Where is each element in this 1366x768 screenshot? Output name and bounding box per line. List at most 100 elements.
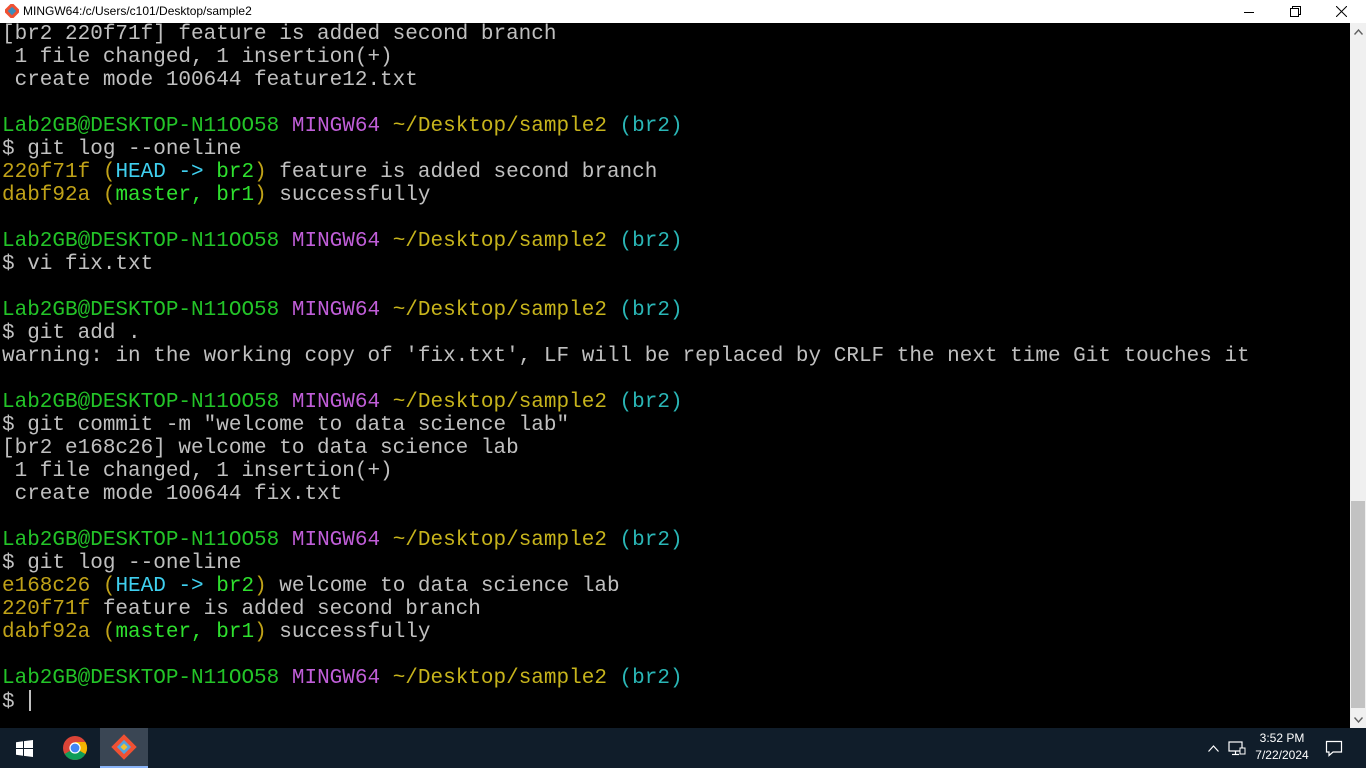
chevron-down-icon: [1353, 716, 1363, 723]
log-line: e168c26 (HEAD -> br2) welcome to data sc…: [2, 575, 620, 598]
prompt-env: MINGW64: [291, 667, 381, 690]
commit-hash: 220f71f: [2, 598, 91, 621]
text-cursor: [29, 690, 32, 711]
prompt-line: Lab2GB@DESKTOP-N11OO58 MINGW64 ~/Desktop…: [2, 529, 1350, 552]
notification-icon: [1325, 740, 1343, 757]
scrollbar-thumb[interactable]: [1351, 501, 1365, 708]
prompt-env: MINGW64: [291, 230, 381, 253]
head-ref: HEAD ->: [115, 575, 217, 598]
log-line: 220f71f (HEAD -> br2) feature is added s…: [2, 161, 658, 184]
restore-button[interactable]: [1272, 0, 1318, 23]
prompt-path: ~/Desktop/sample2: [392, 115, 607, 138]
log-line: 220f71f feature is added second branch: [2, 598, 1350, 621]
git-bash-app-icon: [5, 4, 19, 18]
vertical-scrollbar[interactable]: [1350, 23, 1366, 728]
commit-message: successfully: [266, 184, 431, 207]
terminal-output[interactable]: [br2 220f71f] feature is added second br…: [0, 23, 1350, 728]
title-bar[interactable]: MINGW64:/c/Users/c101/Desktop/sample2: [0, 0, 1366, 23]
branch-ref: master, br1: [115, 184, 255, 207]
show-hidden-icons-button[interactable]: [1204, 728, 1222, 768]
log-line: dabf92a (master, br1) successfully: [2, 621, 431, 644]
input-line[interactable]: $: [2, 690, 1350, 714]
prompt-path: ~/Desktop/sample2: [392, 391, 607, 414]
commit-hash: dabf92a: [2, 184, 91, 207]
prompt-line: Lab2GB@DESKTOP-N11OO58 MINGW64 ~/Desktop…: [2, 230, 1350, 253]
prompt-env: MINGW64: [291, 299, 381, 322]
prompt-user: Lab2GB@DESKTOP-N11OO58: [2, 667, 280, 690]
prompt-user: Lab2GB@DESKTOP-N11OO58: [2, 529, 280, 552]
prompt-branch: (br2): [619, 529, 683, 552]
command-line: $ git log --oneline: [2, 138, 242, 161]
commit-hash: 220f71f: [2, 161, 91, 184]
prompt-env: MINGW64: [291, 529, 381, 552]
prompt-line: Lab2GB@DESKTOP-N11OO58 MINGW64 ~/Desktop…: [2, 115, 1350, 138]
close-button[interactable]: [1318, 0, 1364, 23]
clock-date: 7/22/2024: [1255, 748, 1309, 762]
window-title: MINGW64:/c/Users/c101/Desktop/sample2: [23, 4, 252, 18]
terminal-line: create mode 100644 feature12.txt: [2, 69, 418, 92]
input-prompt: $: [2, 691, 28, 714]
chevron-up-icon: [1353, 28, 1363, 35]
prompt-path: ~/Desktop/sample2: [392, 667, 607, 690]
commit-hash: e168c26: [2, 575, 91, 598]
prompt-user: Lab2GB@DESKTOP-N11OO58: [2, 391, 280, 414]
git-bash-icon: [111, 734, 137, 760]
minimize-icon: [1244, 11, 1254, 13]
system-clock[interactable]: 3:52 PM 7/22/2024: [1250, 730, 1314, 766]
scroll-down-button[interactable]: [1350, 711, 1366, 728]
prompt-path: ~/Desktop/sample2: [392, 529, 607, 552]
terminal-line: [br2 e168c26] welcome to data science la…: [2, 437, 519, 460]
log-line: dabf92a (master, br1) successfully: [2, 184, 431, 207]
prompt-line: Lab2GB@DESKTOP-N11OO58 MINGW64 ~/Desktop…: [2, 299, 1350, 322]
terminal-line: 1 file changed, 1 insertion(+): [2, 460, 393, 483]
branch-ref: master, br1: [115, 621, 255, 644]
chrome-icon: [63, 736, 88, 760]
command-line: $ git add .: [2, 322, 141, 345]
taskbar-chrome[interactable]: [51, 728, 99, 768]
action-center-button[interactable]: [1320, 728, 1348, 768]
commit-message: feature is added second branch: [90, 598, 481, 621]
prompt-branch: (br2): [619, 115, 683, 138]
head-ref: HEAD ->: [115, 161, 217, 184]
prompt-branch: (br2): [619, 230, 683, 253]
prompt-path: ~/Desktop/sample2: [392, 299, 607, 322]
prompt-env: MINGW64: [291, 391, 381, 414]
prompt-branch: (br2): [619, 667, 683, 690]
prompt-branch: (br2): [619, 299, 683, 322]
taskbar-git-bash[interactable]: [100, 728, 148, 768]
commit-message: successfully: [266, 621, 431, 644]
prompt-user: Lab2GB@DESKTOP-N11OO58: [2, 230, 280, 253]
clock-time: 3:52 PM: [1259, 731, 1305, 745]
windows-logo-icon: [15, 739, 33, 757]
branch-ref: br2: [216, 575, 255, 598]
taskbar: 3:52 PM 7/22/2024: [0, 728, 1366, 768]
network-icon: [1228, 741, 1246, 756]
prompt-user: Lab2GB@DESKTOP-N11OO58: [2, 299, 280, 322]
prompt-path: ~/Desktop/sample2: [392, 230, 607, 253]
warning-line: warning: in the working copy of 'fix.txt…: [2, 345, 1250, 368]
prompt-line: Lab2GB@DESKTOP-N11OO58 MINGW64 ~/Desktop…: [2, 667, 1350, 690]
minimize-button[interactable]: [1226, 0, 1272, 23]
commit-message: welcome to data science lab: [266, 575, 620, 598]
chevron-up-icon: [1207, 744, 1219, 752]
branch-ref: br2: [216, 161, 255, 184]
commit-hash: dabf92a: [2, 621, 91, 644]
terminal-line: [br2 220f71f] feature is added second br…: [2, 23, 557, 46]
prompt-branch: (br2): [619, 391, 683, 414]
terminal-line: create mode 100644 fix.txt: [2, 483, 343, 506]
start-button[interactable]: [0, 728, 48, 768]
terminal-line: 1 file changed, 1 insertion(+): [2, 46, 393, 69]
commit-message: feature is added second branch: [266, 161, 658, 184]
command-line: $ vi fix.txt: [2, 253, 154, 276]
restore-icon: [1289, 6, 1301, 17]
prompt-line: Lab2GB@DESKTOP-N11OO58 MINGW64 ~/Desktop…: [2, 391, 1350, 414]
scroll-up-button[interactable]: [1350, 23, 1366, 40]
prompt-env: MINGW64: [291, 115, 381, 138]
network-button[interactable]: [1226, 728, 1248, 768]
